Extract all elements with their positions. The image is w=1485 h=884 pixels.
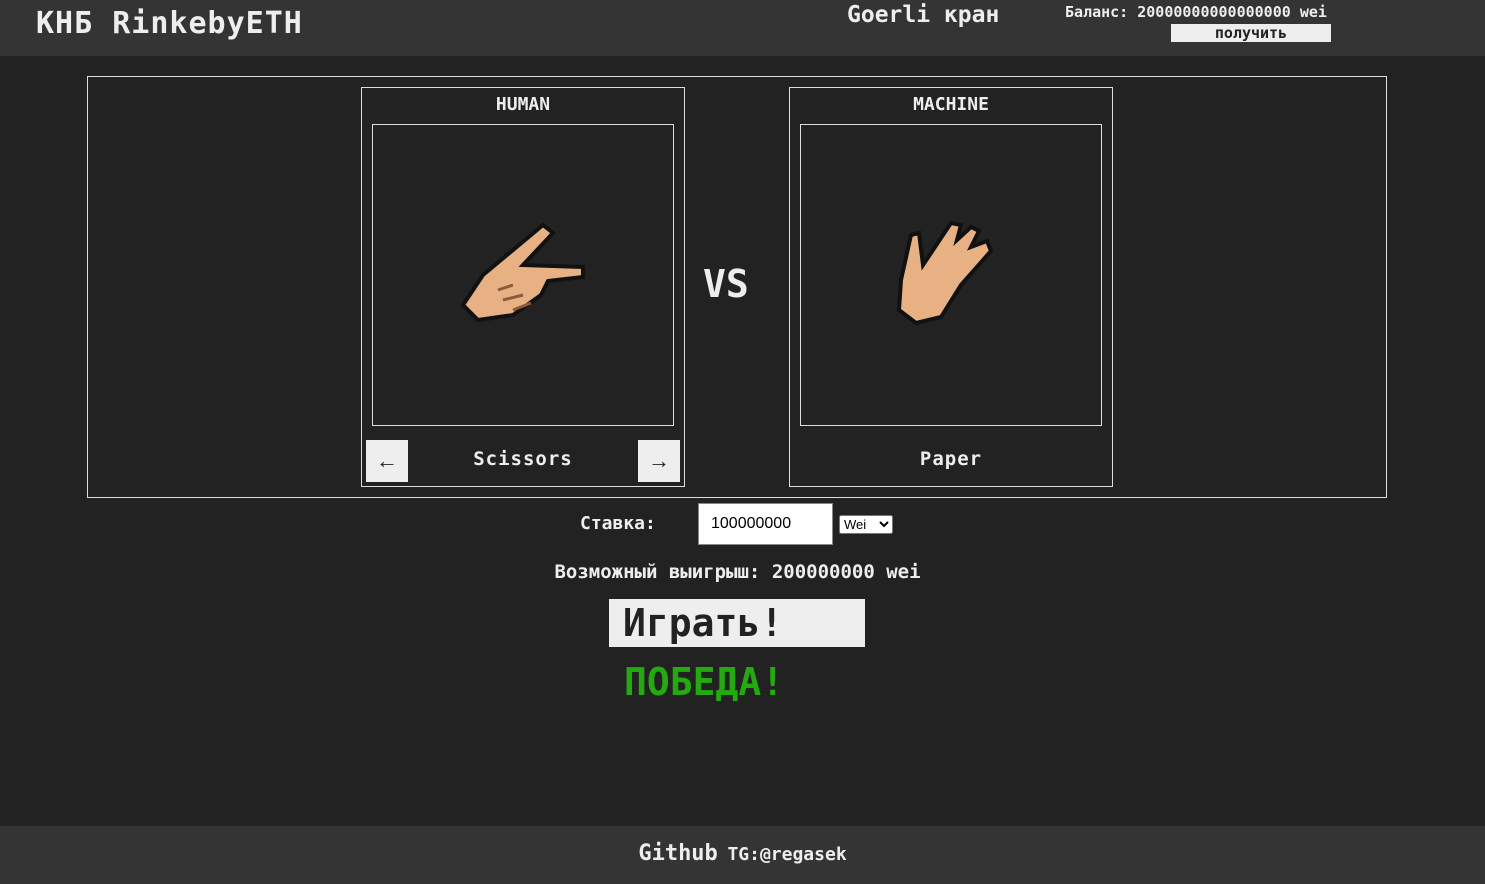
winnings-unit: wei	[886, 561, 921, 583]
play-button[interactable]: Играть!	[609, 599, 865, 647]
possible-winnings: Возможный выигрыш: 200000000 wei	[0, 561, 1475, 583]
faucet-link[interactable]: Goerli кран	[847, 2, 999, 28]
balance-value: 20000000000000000	[1137, 3, 1291, 21]
vs-label: VS	[703, 262, 749, 306]
scissors-hand-icon	[460, 222, 585, 323]
unit-select[interactable]: Wei	[839, 515, 893, 534]
logo[interactable]: КНБ RinkebyETH	[36, 6, 303, 41]
header: КНБ RinkebyETH Goerli кран Баланс: 20000…	[0, 0, 1485, 56]
paper-hand-icon	[896, 220, 994, 326]
github-link[interactable]: Github	[638, 841, 717, 866]
footer: Github TG:@regasek	[0, 826, 1485, 884]
machine-choice-image	[800, 124, 1102, 426]
balance-label: Баланс:	[1065, 3, 1129, 21]
human-choice-image	[372, 124, 674, 426]
telegram-link[interactable]: TG:@regasek	[727, 844, 846, 865]
result-text: ПОБЕДА!	[624, 660, 785, 704]
bet-label: Ставка:	[580, 513, 656, 534]
human-card: HUMAN ← Scissors →	[361, 87, 685, 487]
get-button[interactable]: получить	[1171, 24, 1331, 42]
human-title: HUMAN	[495, 94, 551, 115]
machine-choice-label: Paper	[919, 448, 983, 470]
machine-title: MACHINE	[913, 94, 989, 115]
balance-unit: wei	[1299, 3, 1327, 21]
winnings-value: 200000000	[771, 561, 875, 583]
winnings-label: Возможный выигрыш:	[554, 561, 761, 583]
balance: Баланс: 20000000000000000 wei	[1065, 3, 1327, 21]
bet-input[interactable]	[698, 503, 833, 545]
human-choice-label: Scissors	[473, 448, 573, 470]
next-choice-button[interactable]: →	[638, 440, 680, 482]
machine-card: MACHINE Paper	[789, 87, 1113, 487]
